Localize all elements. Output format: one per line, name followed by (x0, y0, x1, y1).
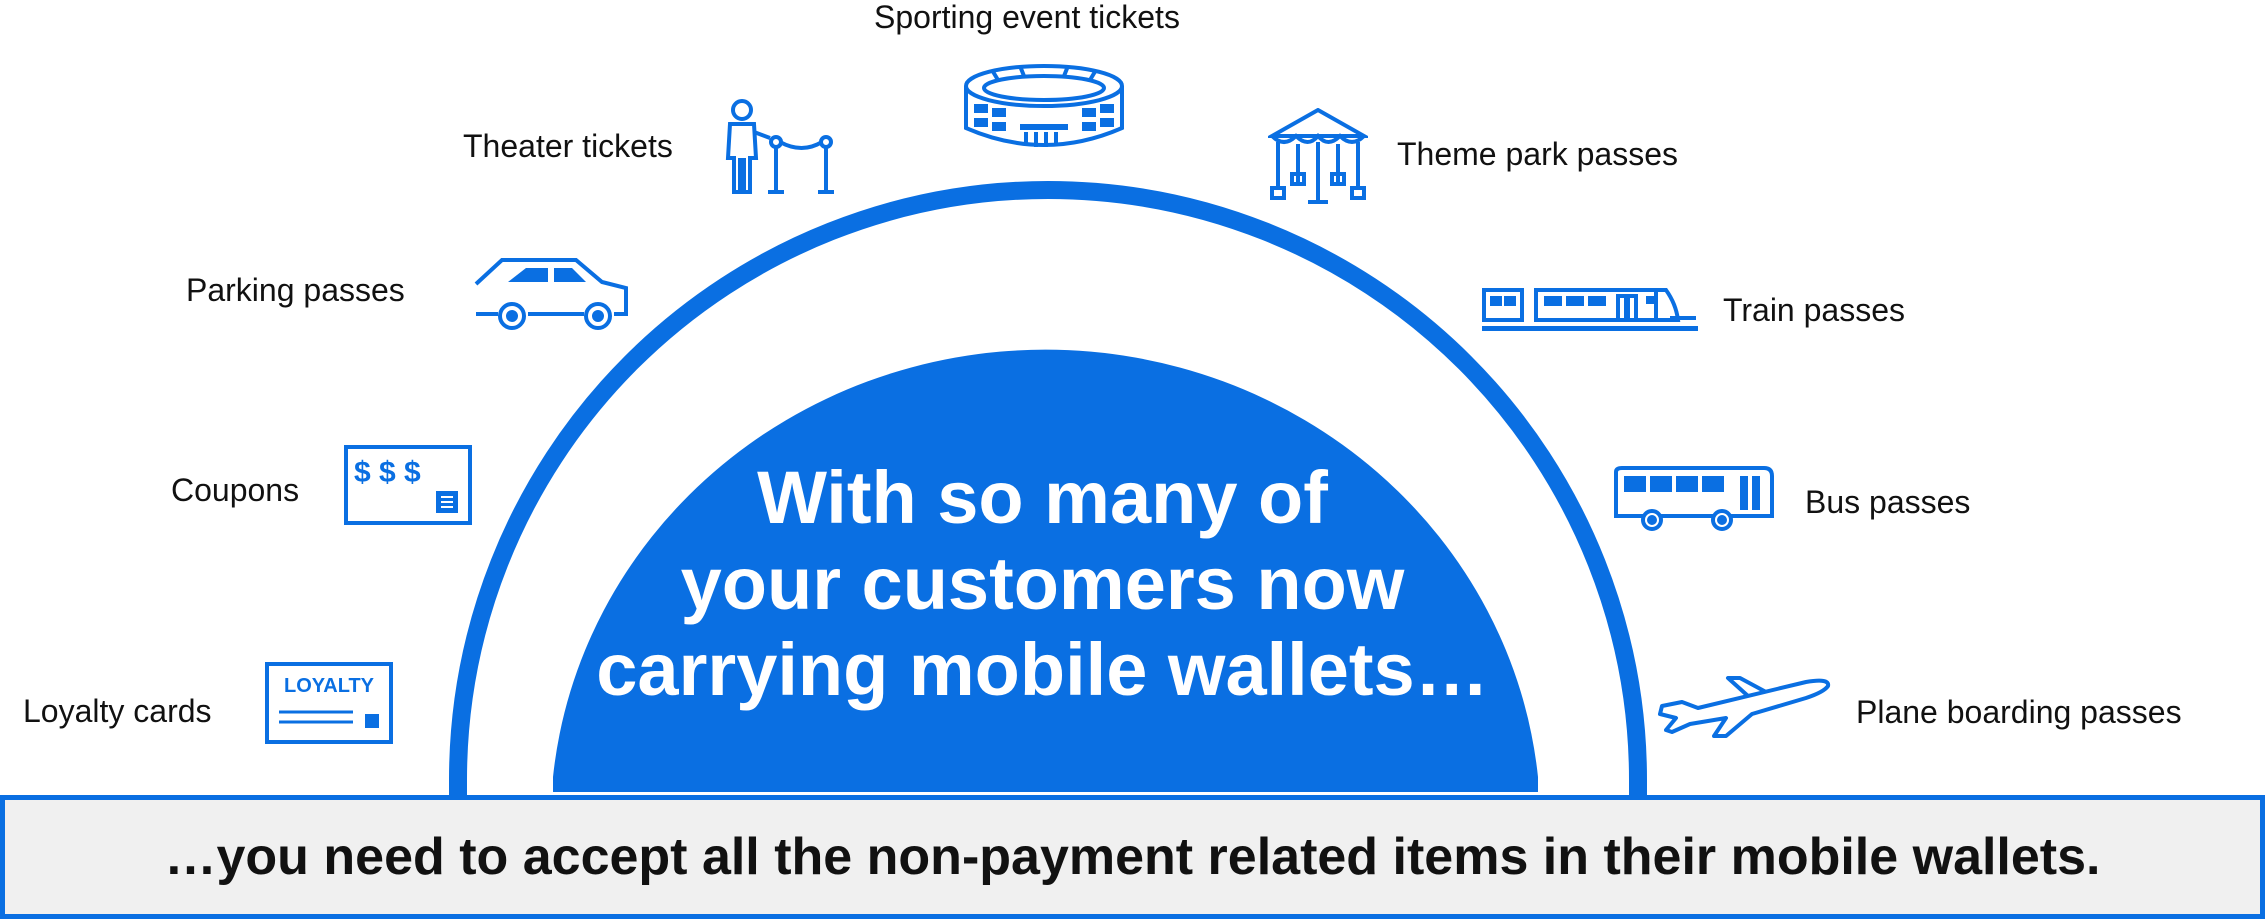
bus-icon (1614, 466, 1774, 532)
airplane-icon (1656, 672, 1832, 740)
loyalty-card-icon: LOYALTY (265, 662, 393, 744)
sporting-event-tickets-label: Sporting event tickets (874, 0, 1180, 35)
coupons-label: Coupons (171, 472, 300, 508)
car-icon (472, 256, 630, 332)
train-icon (1482, 286, 1698, 334)
plane-boarding-passes-label: Plane boarding passes (1856, 694, 2182, 730)
headline: With so many of your customers now carry… (545, 455, 1540, 713)
stadium-icon (962, 62, 1126, 154)
parking-passes-label: Parking passes (186, 272, 405, 308)
footer-banner: …you need to accept all the non-payment … (0, 795, 2265, 919)
theme-park-passes-label: Theme park passes (1397, 136, 1679, 172)
coupon-dollar-text: $ $ $ (354, 456, 421, 489)
loyalty-cards-label: Loyalty cards (23, 693, 212, 729)
footer-text: …you need to accept all the non-payment … (164, 828, 2101, 886)
headline-line-2: your customers now (680, 542, 1405, 625)
coupon-card-icon: $ $ $ (344, 445, 472, 525)
loyalty-card-text: LOYALTY (284, 675, 375, 697)
theater-tickets-label: Theater tickets (463, 128, 673, 164)
usher-rope-icon (722, 98, 840, 196)
headline-line-1: With so many of (757, 456, 1328, 539)
train-passes-label: Train passes (1723, 292, 1905, 328)
carousel-icon (1268, 108, 1368, 206)
headline-line-3: carrying mobile wallets… (596, 628, 1489, 711)
bus-passes-label: Bus passes (1805, 484, 1971, 520)
